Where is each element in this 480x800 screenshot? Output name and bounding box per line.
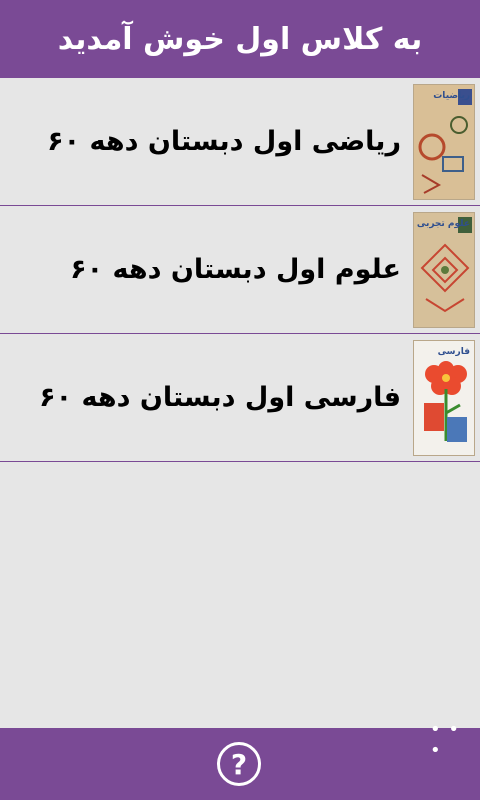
book-item-science[interactable]: علوم اول دبستان دهه ۶۰ علوم تجربی xyxy=(0,206,480,334)
book-list: ریاضی اول دبستان دهه ۶۰ ریاضیات علوم اول… xyxy=(0,78,480,462)
page-title: به کلاس اول خوش آمدید xyxy=(57,21,423,57)
cover-label: فارسی xyxy=(437,346,470,357)
book-title: علوم اول دبستان دهه ۶۰ xyxy=(70,254,401,285)
persian-book-cover-icon: فارسی xyxy=(413,339,475,456)
book-item-persian[interactable]: فارسی اول دبستان دهه ۶۰ فارسی xyxy=(0,334,480,462)
book-title: فارسی اول دبستان دهه ۶۰ xyxy=(39,382,401,413)
more-options-icon[interactable]: • • • xyxy=(430,719,462,761)
app-header: به کلاس اول خوش آمدید xyxy=(0,0,480,78)
book-item-math[interactable]: ریاضی اول دبستان دهه ۶۰ ریاضیات xyxy=(0,78,480,206)
book-title: ریاضی اول دبستان دهه ۶۰ xyxy=(47,126,401,157)
science-book-cover-icon: علوم تجربی xyxy=(413,211,475,328)
cover-label: علوم تجربی xyxy=(416,218,470,229)
app-bar: ? • • • xyxy=(0,719,480,800)
cover-label: ریاضیات xyxy=(433,90,470,101)
help-icon[interactable]: ? xyxy=(217,742,261,786)
math-book-cover-icon: ریاضیات xyxy=(413,83,475,200)
